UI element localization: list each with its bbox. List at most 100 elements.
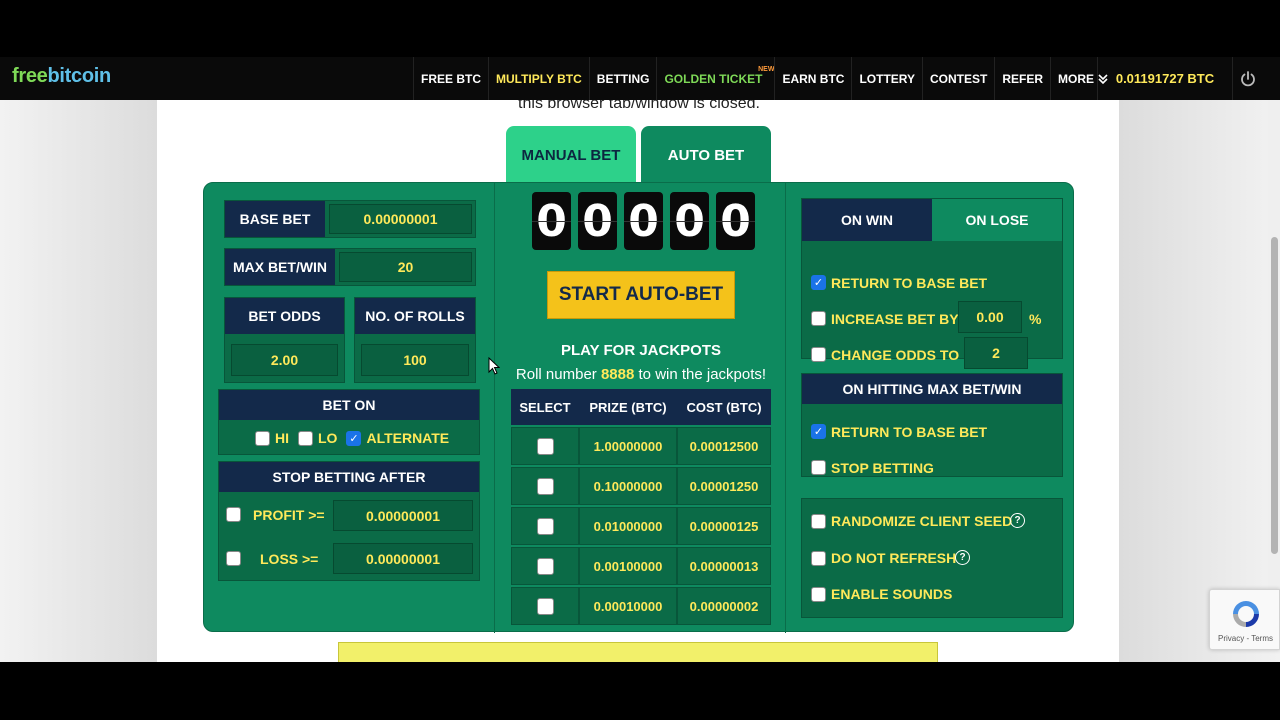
recaptcha-links[interactable]: Privacy - Terms [1210, 634, 1280, 643]
max-hit-box: ON HITTING MAX BET/WIN ✓ RETURN TO BASE … [801, 373, 1063, 477]
scrollbar-thumb[interactable] [1271, 237, 1278, 554]
nav-item-lottery[interactable]: LOTTERY [851, 57, 922, 100]
nav-item-golden-ticket-label: GOLDEN TICKET [664, 71, 763, 86]
tab-auto-bet[interactable]: AUTO BET [641, 126, 771, 184]
on-win-box: ON WIN ON LOSE ✓ RETURN TO BASE BET INCR… [801, 198, 1063, 369]
jackpot-row-prize: 0.10000000 [579, 467, 677, 505]
stop-betting-label: STOP BETTING [831, 460, 934, 476]
bet-on-title: BET ON [219, 390, 479, 420]
bet-settings-column: BASE BET 0.00000001 MAX BET/WIN 20 BET O… [204, 183, 494, 633]
jackpot-row-prize: 0.00100000 [579, 547, 677, 585]
nav-item-betting[interactable]: BETTING [588, 57, 657, 100]
max-bet-row: MAX BET/WIN 20 [224, 248, 476, 286]
hi-checkbox[interactable] [255, 430, 270, 446]
bet-odds-input[interactable]: 2.00 [231, 344, 338, 376]
percent-sign: % [1029, 311, 1042, 327]
nav-item-multiply-btc[interactable]: MULTIPLY BTC [488, 57, 589, 100]
btc-balance: 0.01191727 BTC [1097, 57, 1232, 100]
change-odds-input[interactable]: 2 [964, 337, 1028, 369]
max-bet-input[interactable]: 20 [339, 252, 472, 282]
recaptcha-icon [1233, 601, 1259, 627]
increase-bet-input[interactable]: 0.00 [958, 301, 1022, 333]
jackpot-checkbox[interactable] [536, 557, 554, 575]
page-viewport: this browser tab/window is closed. MANUA… [0, 57, 1280, 662]
site-logo[interactable]: freebitcoin [12, 65, 111, 88]
bet-odds-box: BET ODDS 2.00 [224, 297, 345, 383]
stop-betting-box: STOP BETTING AFTER PROFIT >= 0.00000001 … [218, 461, 480, 581]
help-icon[interactable]: ? [1010, 513, 1025, 528]
loss-input[interactable]: 0.00000001 [333, 543, 473, 574]
jackpot-subtitle: Roll number 8888 to win the jackpots! [495, 366, 787, 383]
nav-item-refer[interactable]: REFER [994, 57, 1050, 100]
jackpot-row-select [511, 507, 579, 545]
rolls-input[interactable]: 100 [361, 344, 469, 376]
start-auto-bet-button[interactable]: START AUTO-BET [547, 271, 735, 319]
lo-checkbox[interactable] [298, 430, 313, 446]
jackpot-title: PLAY FOR JACKPOTS [560, 342, 722, 359]
counter-digit: 0 [624, 192, 663, 250]
stop-betting-checkbox[interactable] [811, 460, 826, 475]
jackpot-sub-pre: Roll number [515, 366, 601, 383]
yellow-banner [338, 642, 938, 662]
lo-label: LO [318, 430, 338, 446]
jackpot-checkbox[interactable] [536, 597, 554, 615]
enable-sounds-checkbox[interactable] [811, 587, 826, 602]
jackpot-checkbox[interactable] [536, 517, 554, 535]
bet-odds-label: BET ODDS [225, 298, 344, 334]
randomize-seed-checkbox[interactable] [811, 514, 826, 529]
win-return-base-label: RETURN TO BASE BET [831, 275, 988, 291]
max-return-base-label: RETURN TO BASE BET [831, 424, 988, 440]
jackpot-checkbox[interactable] [536, 477, 554, 495]
profit-label: PROFIT >= [253, 507, 325, 523]
jackpot-header-cost: COST (BTC) [677, 389, 771, 425]
nav-item-contest[interactable]: CONTEST [922, 57, 994, 100]
loss-checkbox[interactable] [226, 551, 241, 566]
auto-bet-center-column: 0 0 0 0 0 START AUTO-BET PLAY FOR JACKPO… [494, 183, 786, 633]
help-icon[interactable]: ? [955, 550, 970, 565]
jackpot-row-cost: 0.00000013 [677, 547, 771, 585]
do-not-refresh-label: DO NOT REFRESH [831, 550, 957, 566]
jackpot-row-select [511, 427, 579, 465]
top-nav: freebitcoin FREE BTC MULTIPLY BTC BETTIN… [0, 57, 1280, 100]
recaptcha-badge[interactable]: Privacy - Terms [1209, 589, 1280, 650]
nav-item-free-btc[interactable]: FREE BTC [413, 57, 488, 100]
logo-part-free: free [12, 65, 48, 87]
mouse-cursor-icon [488, 357, 500, 375]
jackpot-row-prize: 0.00010000 [579, 587, 677, 625]
jackpot-row-prize: 0.01000000 [579, 507, 677, 545]
logo-part-bitcoin: bitcoin [47, 65, 112, 87]
jackpot-checkbox[interactable] [536, 437, 554, 455]
counter-digit: 0 [716, 192, 755, 250]
max-hit-title: ON HITTING MAX BET/WIN [802, 374, 1062, 404]
jackpot-row-select [511, 587, 579, 625]
rolls-box: NO. OF ROLLS 100 [354, 297, 476, 383]
alternate-checkbox[interactable]: ✓ [346, 430, 362, 446]
tab-manual-bet[interactable]: MANUAL BET [506, 126, 636, 184]
change-odds-checkbox[interactable] [811, 347, 826, 362]
base-bet-input[interactable]: 0.00000001 [329, 204, 472, 234]
profit-input[interactable]: 0.00000001 [333, 500, 473, 531]
options-box: RANDOMIZE CLIENT SEED ? DO NOT REFRESH ?… [801, 498, 1063, 618]
loss-label: LOSS >= [260, 551, 319, 567]
jackpot-row-cost: 0.00000002 [677, 587, 771, 625]
nav-item-more-label: MORE [1058, 71, 1095, 86]
page-content: this browser tab/window is closed. MANUA… [157, 57, 1119, 662]
jackpot-header-prize: PRIZE (BTC) [579, 389, 677, 425]
profit-checkbox[interactable] [226, 507, 241, 522]
win-return-base-checkbox[interactable]: ✓ [811, 275, 826, 290]
page-scrollbar[interactable] [1268, 57, 1280, 619]
do-not-refresh-checkbox[interactable] [811, 551, 826, 566]
jackpot-row-select [511, 547, 579, 585]
logout-button[interactable] [1232, 57, 1262, 100]
max-return-base-checkbox[interactable]: ✓ [811, 424, 826, 439]
base-bet-label: BASE BET [225, 201, 325, 237]
jackpot-header-select: SELECT [511, 389, 579, 425]
nav-item-earn-btc[interactable]: EARN BTC [774, 57, 851, 100]
tab-on-win[interactable]: ON WIN [802, 199, 932, 241]
power-icon [1240, 70, 1255, 86]
tab-on-lose[interactable]: ON LOSE [932, 199, 1062, 241]
increase-bet-checkbox[interactable] [811, 311, 826, 326]
alternate-label: ALTERNATE [366, 430, 450, 446]
nav-item-golden-ticket[interactable]: GOLDEN TICKET NEW [656, 57, 774, 100]
new-badge: NEW [758, 66, 775, 73]
